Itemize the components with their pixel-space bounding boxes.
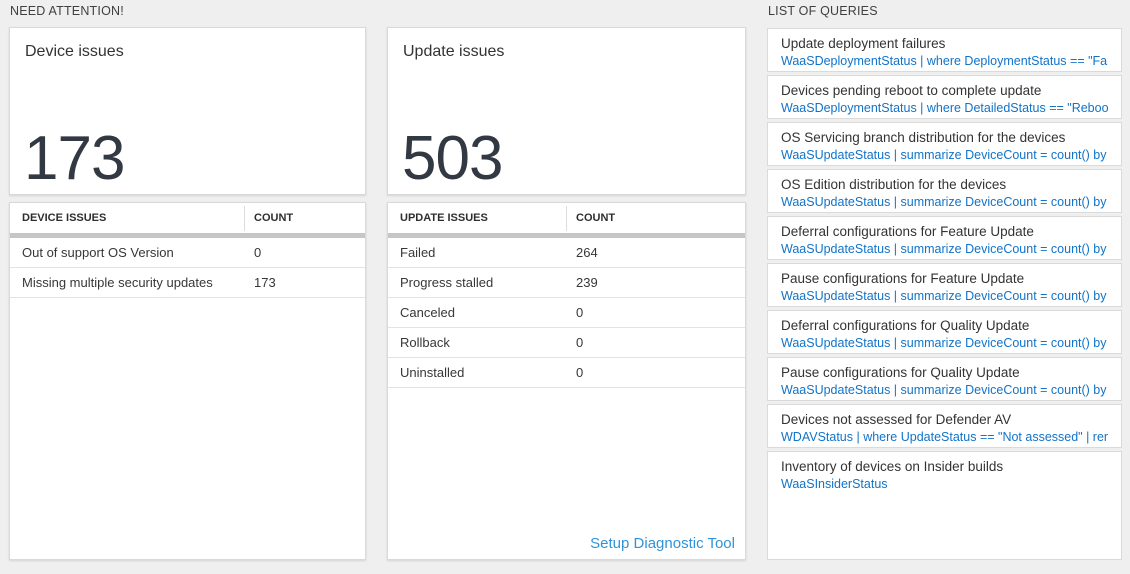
query-title: Deferral configurations for Quality Upda… — [781, 317, 1108, 334]
query-code: WDAVStatus | where UpdateStatus == "Not … — [781, 429, 1108, 445]
query-list-item[interactable]: Deferral configurations for Quality Upda… — [767, 310, 1122, 354]
query-code: WaaSInsiderStatus — [781, 476, 1108, 492]
update-issues-tile[interactable]: Update issues 503 — [387, 27, 746, 195]
list-of-queries-section-label: LIST OF QUERIES — [768, 4, 878, 18]
count-column-header: COUNT — [254, 212, 293, 224]
query-list-item[interactable]: OS Servicing branch distribution for the… — [767, 122, 1122, 166]
device-issues-table-header: DEVICE ISSUES COUNT — [10, 203, 365, 233]
device-issues-table: DEVICE ISSUES COUNT Out of support OS Ve… — [9, 202, 366, 560]
column-divider — [244, 206, 245, 231]
issue-count: 173 — [254, 275, 276, 290]
update-issues-title: Update issues — [403, 43, 504, 61]
device-issues-title: Device issues — [25, 43, 124, 61]
device-issues-tile[interactable]: Device issues 173 — [9, 27, 366, 195]
query-code: WaaSUpdateStatus | summarize DeviceCount… — [781, 194, 1108, 210]
query-title: OS Edition distribution for the devices — [781, 176, 1108, 193]
issue-label: Progress stalled — [400, 275, 493, 290]
device-issues-rows: Out of support OS Version 0 Missing mult… — [10, 238, 365, 298]
query-list-item[interactable]: Devices not assessed for Defender AV WDA… — [767, 404, 1122, 448]
issue-count: 0 — [576, 305, 583, 320]
issue-label: Failed — [400, 245, 435, 260]
table-row[interactable]: Progress stalled 239 — [388, 268, 745, 298]
query-code: WaaSUpdateStatus | summarize DeviceCount… — [781, 147, 1108, 163]
update-issues-rows: Failed 264 Progress stalled 239 Canceled… — [388, 238, 745, 388]
issue-label: Uninstalled — [400, 365, 464, 380]
device-issues-column-header: DEVICE ISSUES — [22, 212, 106, 224]
query-list-item[interactable]: Deferral configurations for Feature Upda… — [767, 216, 1122, 260]
query-title: Pause configurations for Feature Update — [781, 270, 1108, 287]
issue-label: Canceled — [400, 305, 455, 320]
query-code: WaaSDeploymentStatus | where DeploymentS… — [781, 53, 1108, 69]
query-list-item[interactable]: Devices pending reboot to complete updat… — [767, 75, 1122, 119]
query-title: Pause configurations for Quality Update — [781, 364, 1108, 381]
query-list-item[interactable]: OS Edition distribution for the devices … — [767, 169, 1122, 213]
table-row[interactable]: Out of support OS Version 0 — [10, 238, 365, 268]
query-code: WaaSUpdateStatus | summarize DeviceCount… — [781, 241, 1108, 257]
update-issues-table-header: UPDATE ISSUES COUNT — [388, 203, 745, 233]
table-row[interactable]: Failed 264 — [388, 238, 745, 268]
query-title: OS Servicing branch distribution for the… — [781, 129, 1108, 146]
setup-diagnostic-tool-link[interactable]: Setup Diagnostic Tool — [590, 535, 735, 552]
query-list-item[interactable]: Pause configurations for Feature Update … — [767, 263, 1122, 307]
issue-count: 0 — [254, 245, 261, 260]
query-list-item[interactable]: Inventory of devices on Insider builds W… — [767, 451, 1122, 560]
query-code: WaaSDeploymentStatus | where DetailedSta… — [781, 100, 1108, 116]
issue-label: Rollback — [400, 335, 450, 350]
query-title: Deferral configurations for Feature Upda… — [781, 223, 1108, 240]
query-title: Inventory of devices on Insider builds — [781, 458, 1108, 475]
query-title: Devices not assessed for Defender AV — [781, 411, 1108, 428]
query-list-item[interactable]: Update deployment failures WaaSDeploymen… — [767, 28, 1122, 72]
query-code: WaaSUpdateStatus | summarize DeviceCount… — [781, 335, 1108, 351]
need-attention-section-label: NEED ATTENTION! — [10, 4, 124, 18]
issue-label: Missing multiple security updates — [22, 275, 213, 290]
table-row[interactable]: Rollback 0 — [388, 328, 745, 358]
query-title: Update deployment failures — [781, 35, 1108, 52]
table-row[interactable]: Canceled 0 — [388, 298, 745, 328]
issue-count: 239 — [576, 275, 598, 290]
query-code: WaaSUpdateStatus | summarize DeviceCount… — [781, 382, 1108, 398]
issue-count: 0 — [576, 335, 583, 350]
column-divider — [566, 206, 567, 231]
query-code: WaaSUpdateStatus | summarize DeviceCount… — [781, 288, 1108, 304]
table-row[interactable]: Missing multiple security updates 173 — [10, 268, 365, 298]
issue-count: 264 — [576, 245, 598, 260]
issue-label: Out of support OS Version — [22, 245, 174, 260]
query-title: Devices pending reboot to complete updat… — [781, 82, 1108, 99]
count-column-header: COUNT — [576, 212, 615, 224]
query-list-item[interactable]: Pause configurations for Quality Update … — [767, 357, 1122, 401]
device-issues-count: 173 — [24, 128, 124, 190]
update-issues-column-header: UPDATE ISSUES — [400, 212, 488, 224]
issue-count: 0 — [576, 365, 583, 380]
update-issues-table: UPDATE ISSUES COUNT Failed 264 Progress … — [387, 202, 746, 560]
update-issues-count: 503 — [402, 128, 502, 190]
query-list: Update deployment failures WaaSDeploymen… — [767, 28, 1122, 560]
table-row[interactable]: Uninstalled 0 — [388, 358, 745, 388]
